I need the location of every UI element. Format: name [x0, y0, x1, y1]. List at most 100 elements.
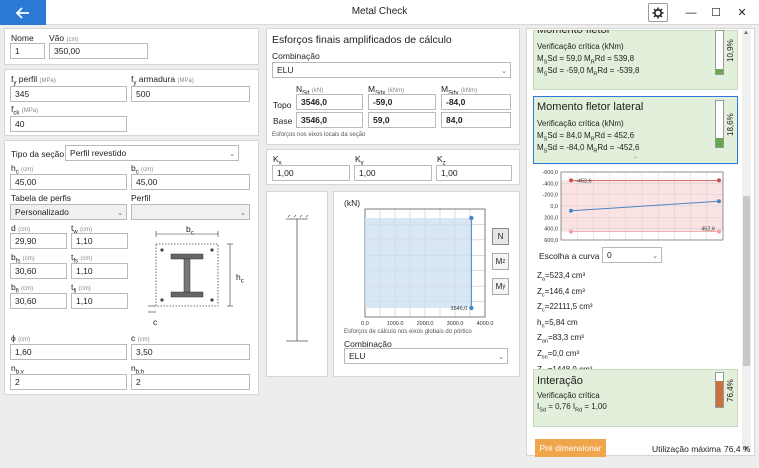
chevron-down-icon: ⌄	[652, 253, 658, 260]
tw-input[interactable]: 1,10	[71, 233, 128, 249]
forces-note: Esforços nos eixos locais da seção	[272, 132, 366, 138]
top-my-input[interactable]: -84,0	[441, 94, 511, 110]
predimension-button[interactable]: Pré dimensionar	[535, 439, 606, 457]
hc-input[interactable]: 45,00	[10, 174, 127, 190]
diagram-bc-label: bc	[186, 224, 194, 237]
base-n-input[interactable]: 3546,0	[296, 112, 363, 128]
span-input[interactable]: 350,00	[49, 43, 148, 59]
profile-table-select[interactable]: Personalizado ⌄	[10, 204, 127, 220]
moment-chart: -600,0 -400,0 -200,0 0,0 200,0 400,0 600,0 -452…	[533, 166, 738, 246]
c-input[interactable]: 3,50	[131, 344, 250, 360]
max-usage-label: Utilização máxima	[652, 444, 721, 454]
chevron-down-icon: ⌄	[117, 210, 123, 217]
forces-combination-label: Combinação	[272, 51, 320, 61]
max-usage-value: 76,4 %	[724, 444, 751, 454]
section-property: Zan=83,3 cm³	[537, 333, 584, 345]
base-mx-input[interactable]: 59,0	[368, 112, 436, 128]
chevron-down-icon: ⌄	[501, 68, 507, 75]
curve-select[interactable]: 0 ⌄	[602, 247, 662, 263]
bfi-input[interactable]: 30,60	[10, 293, 67, 309]
section-type-select[interactable]: Perfil revestido ⌄	[65, 145, 239, 161]
section-property: hn=5,84 cm	[537, 317, 578, 330]
maximize-button[interactable]: ☐	[705, 3, 727, 22]
interaction-title: Interação	[537, 375, 583, 387]
bfs-input[interactable]: 30,60	[10, 263, 67, 279]
x-tick-label: 2000.0	[417, 321, 434, 327]
top-mx-input[interactable]: -59,0	[368, 94, 436, 110]
min-label: -452,6	[576, 178, 592, 184]
name-input[interactable]: 1	[10, 43, 45, 59]
bc-input[interactable]: 45,00	[131, 174, 250, 190]
nbh-input[interactable]: 2	[131, 374, 250, 390]
collapse-icon[interactable]: ⌃	[633, 156, 638, 163]
axial-point-base	[469, 305, 474, 311]
y-tick-label: 400,0	[544, 227, 558, 233]
y-tick-label: 200,0	[544, 215, 558, 221]
tfs-input[interactable]: 1,10	[71, 263, 128, 279]
x-tick-label: 4000.0	[477, 321, 494, 327]
axial-bar	[365, 218, 472, 308]
series-point	[569, 208, 573, 213]
interaction-percent: 76,4%	[726, 379, 735, 402]
section-property: Za=523,4 cm³	[537, 271, 586, 283]
nbv-input[interactable]: 2	[10, 374, 127, 390]
forces-title: Esforços finais amplificados de cálculo	[272, 34, 452, 46]
profile-table-label: Tabela de perfis	[11, 193, 72, 203]
axial-mz-button[interactable]: Mz	[492, 253, 509, 270]
close-button[interactable]: ✕	[731, 3, 753, 22]
profile-select[interactable]: ⌄	[131, 204, 250, 220]
series-point	[717, 199, 721, 204]
tfi-input[interactable]: 1,10	[71, 293, 128, 309]
axial-point-top	[469, 215, 474, 221]
lateral-title: Momento fletor lateral	[537, 101, 644, 113]
axial-my-button[interactable]: My	[492, 278, 509, 295]
y-tick-label: 600,0	[544, 238, 558, 244]
phi-input[interactable]: 1,60	[10, 344, 127, 360]
bending-gauge	[715, 30, 724, 75]
series-point	[717, 178, 721, 183]
minimize-button[interactable]: —	[680, 3, 702, 22]
axial-n-button[interactable]: N	[492, 228, 509, 245]
x-tick-label: 3000.0	[447, 321, 464, 327]
chevron-down-icon: ⌄	[498, 354, 504, 361]
chevron-down-icon: ⌄	[229, 151, 235, 158]
lateral-line2: MSSd = -84,0 MRRd = -452,6	[537, 143, 640, 155]
top-n-input[interactable]: 3546,0	[296, 94, 363, 110]
axial-combination-select[interactable]: ELU ⌄	[344, 348, 508, 364]
fck-input[interactable]: 40	[10, 116, 127, 132]
fy-rebar-input[interactable]: 500	[131, 86, 250, 102]
phi-label: ϕ (cm)	[11, 333, 31, 343]
section-property: Zc=22111,5 cm³	[537, 302, 593, 314]
interaction-line: ISd = 0,76 IRd = 1,00	[537, 402, 607, 414]
kz-input[interactable]: 1,00	[436, 165, 512, 181]
axial-point-label: 3546,0	[451, 306, 468, 312]
settings-button[interactable]	[648, 3, 668, 22]
span-label: Vão (cm)	[49, 33, 79, 43]
profile-label: Perfil	[131, 193, 151, 203]
y-tick-label: -200,0	[542, 193, 558, 199]
d-input[interactable]: 29,90	[10, 233, 67, 249]
diagram-c-label: c	[153, 317, 158, 327]
name-label: Nome	[11, 33, 34, 43]
results-scrollbar-thumb[interactable]	[743, 196, 750, 366]
forces-combination-select[interactable]: ELU ⌄	[272, 62, 511, 78]
base-my-input[interactable]: 84,0	[441, 112, 511, 128]
scroll-up-icon[interactable]: ▲	[743, 30, 749, 36]
kx-input[interactable]: 1,00	[272, 165, 350, 181]
y-tick-label: 0,0	[550, 204, 558, 210]
curve-label: Escolha a curva	[539, 251, 600, 261]
bending-percent: 10,9%	[726, 39, 735, 62]
section-type-label: Tipo da seção	[11, 149, 65, 159]
y-tick-label: -400,0	[542, 181, 558, 187]
max-label: 452,6	[701, 227, 715, 233]
diagram-hc-label: hc	[236, 272, 244, 285]
series-point	[569, 229, 573, 234]
axial-chart-note: Esforços de cálculo nos eixos globais do…	[344, 329, 472, 335]
ky-input[interactable]: 1,00	[354, 165, 432, 181]
fy-profile-input[interactable]: 345	[10, 86, 127, 102]
lateral-gauge	[715, 100, 724, 148]
section-property: Zsn=0,0 cm³	[537, 348, 580, 361]
fy-rebar-label: fy armadura (MPa)	[131, 74, 194, 87]
row-top-label: Topo	[273, 100, 292, 110]
bending-title: Momento fletor	[537, 24, 611, 36]
